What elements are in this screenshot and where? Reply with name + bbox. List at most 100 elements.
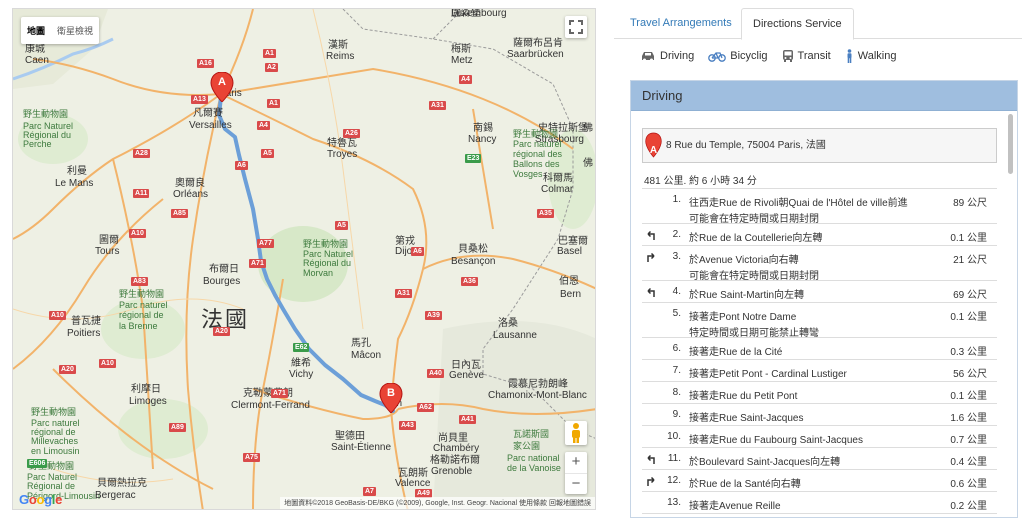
mode-bicycling-label: Bicyclig [730,50,768,62]
direction-step[interactable]: 5. 接著走Pont Notre Dame 特定時間或日期可能禁止轉彎 0.1 公里 [642,303,997,339]
map-place-label: 伯恩 [559,276,579,287]
map-place-label: Besançon [451,256,496,267]
map-place-label: Vichy [289,369,314,380]
direction-step[interactable]: 9. 接著走Rue Saint-Jacques 1.6 公里 [642,404,997,426]
step-text: 接著走Pont Notre Dame 特定時間或日期可能禁止轉彎 [689,308,929,339]
map-place-label: Saarbrücken [507,49,564,60]
step-instruction: 接著走Rue du Petit Pont [689,391,798,402]
map-place-label: 薩爾布呂肯 [513,38,563,49]
direction-step[interactable]: 1. 往西走Rue de Rivoli朝Quai de l'Hôtel de vi… [642,189,997,225]
road-shield: A43 [399,421,416,430]
google-logo[interactable]: Google [19,492,62,507]
step-number: 9. [672,409,681,420]
map[interactable]: 康城 Caen 野生動物園 Parc Naturel Régional du Perche… [12,8,596,510]
direction-step[interactable]: 11. 於Boulevard Saint-Jacques向左轉 0.4 公里 [642,448,997,470]
direction-step[interactable]: 12. 於Rue de la Santé向右轉 0.6 公里 [642,470,997,492]
turn-left-icon [647,454,655,464]
road-shield: A77 [257,239,274,248]
map-place-label: 格勒諾布爾 [430,455,480,466]
zoom-control: + − [565,452,587,494]
step-text: 接著走Rue du Petit Pont [689,387,929,402]
mode-bicycling[interactable]: Bicyclig [708,49,768,63]
map-place-label: 野生動物園 [23,109,69,119]
marker-a[interactable]: A [210,71,234,103]
mode-walking[interactable]: Walking [845,49,896,63]
mode-driving-label: Driving [660,50,695,62]
step-instruction: 接著走Rue Saint-Jacques [689,413,804,424]
direction-step[interactable]: 8. 接著走Rue du Petit Pont 0.1 公里 [642,382,997,404]
road-shield: A5 [261,149,274,158]
step-distance: 0.3 公里 [950,347,987,358]
direction-step[interactable]: 7. 接著走Petit Pont - Cardinal Lustiger 56 公尺 [642,360,997,382]
road-shield: A16 [197,59,214,68]
step-number: 1. [672,194,681,205]
map-place-label: Genève [449,370,485,381]
road-shield: E23 [465,154,482,163]
tab-travel-arrangements[interactable]: Travel Arrangements [619,8,743,39]
direction-step[interactable]: 6. 接著走Rue de la Cité 0.3 公里 [642,338,997,360]
map-type-roadmap-button[interactable]: 地圖 [21,17,51,44]
map-place-label: 利曼 [67,166,87,177]
map-place-label: Clermont-Ferrand [231,400,310,411]
step-instruction: 於Boulevard Saint-Jacques向左轉 [689,457,841,468]
step-number: 10. [667,431,681,442]
street-view-pegman-button[interactable] [565,421,587,445]
map-place-label: Limoges [129,396,167,407]
marker-b-label: B [387,387,395,399]
road-shield: A6 [411,247,424,256]
road-shield: A41 [459,415,476,424]
zoom-in-button[interactable]: + [565,452,587,473]
map-place-label: 野生動物園 [513,129,559,139]
tab-directions-service[interactable]: Directions Service [741,8,854,40]
direction-step[interactable]: 4. 於Rue Saint-Martin向左轉 69 公尺 [642,281,997,303]
step-instruction: 於Rue de la Santé向右轉 [689,479,801,490]
map-place-label: 聖德田 [335,431,365,442]
step-distance: 0.1 公里 [950,233,987,244]
step-list: 1. 往西走Rue de Rivoli朝Quai de l'Hôtel de vi… [642,188,997,514]
turn-left-arrow [645,453,657,465]
map-place-label: Grenoble [431,466,473,477]
map-type-satellite-button[interactable]: 衛星檢視 [51,17,99,44]
step-number: 3. [672,251,681,262]
map-attribution[interactable]: 地圖資料©2018 GeoBasis-DE/BKG (©2009), Googl… [280,497,595,509]
mode-driving[interactable]: Driving [640,49,694,63]
directions-box: Driving A 8 Rue du Temple, 75004 Paris, … [630,80,1018,518]
fullscreen-button[interactable] [565,16,587,38]
map-place-label: Tours [95,246,120,257]
step-number: 11. [667,453,681,464]
map-place-label: Troyes [327,149,358,160]
route-summary: 481 公里. 約 6 小時 34 分 [644,176,757,187]
direction-step[interactable]: 2. 於Rue de la Coutellerie向左轉 0.1 公里 [642,224,997,246]
step-text: 接著走Petit Pont - Cardinal Lustiger [689,365,929,380]
road-shield: A62 [417,403,434,412]
road-shield: A89 [169,423,186,432]
map-place-label: 野生動物園 [303,239,349,249]
map-place-label: 洛桑 [498,318,518,329]
map-place-label: Parc naturel [119,300,168,310]
road-shield: A20 [213,327,230,336]
step-distance: 56 公尺 [953,369,987,380]
start-address[interactable]: A 8 Rue du Temple, 75004 Paris, 法國 [642,128,997,163]
map-place-label: Colmar [541,184,574,195]
road-shield: E62 [293,343,310,352]
map-place-label: Perche [23,139,52,149]
step-text: 接著走Rue du Faubourg Saint-Jacques [689,431,929,446]
marker-b[interactable]: B [379,382,403,414]
scrollbar-thumb[interactable] [1008,114,1013,174]
direction-step[interactable]: 3. 於Avenue Victoria向右轉 可能會在特定時間或日期封閉 21 公尺 [642,246,997,282]
map-place-label: Chambéry [433,443,480,454]
map-place-label: 佛 [583,123,593,134]
zoom-out-button[interactable]: − [565,473,587,494]
map-place-label: Parc national [507,453,560,463]
map-place-label: 梅斯 [451,44,471,55]
direction-step[interactable]: 10. 接著走Rue du Faubourg Saint-Jacques 0.7 公… [642,426,997,448]
map-place-label: Bourges [203,276,241,287]
road-shield: A85 [171,209,188,218]
direction-step[interactable]: 13. 接著走Avenue Reille 0.2 公里 [642,492,997,514]
map-place-label: 科爾馬 [543,173,573,184]
map-place-label: Luxembourg [451,8,507,19]
map-place-label: 奧爾良 [175,178,205,189]
map-place-label: 法國 [201,307,250,332]
road-shield: A2 [265,63,278,72]
mode-transit[interactable]: Transit [782,49,831,63]
